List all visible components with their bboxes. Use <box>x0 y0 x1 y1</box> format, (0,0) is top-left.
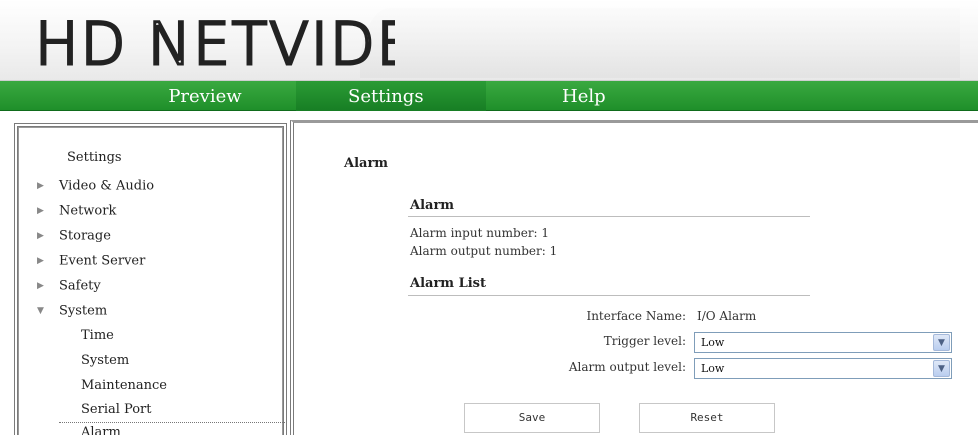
sidebar: Settings ▶ Video & Audio ▶ Network ▶ Storag… <box>14 123 287 435</box>
sidebar-item-system[interactable]: ▼ System <box>37 301 107 321</box>
sidebar-item-storage[interactable]: ▶ Storage <box>37 226 111 246</box>
sidebar-subitem-alarm[interactable]: Alarm <box>59 422 285 435</box>
page-title: Alarm <box>344 156 389 171</box>
trigger-level-select[interactable]: Low ▼ <box>694 332 952 353</box>
sidebar-subitem-time[interactable]: Time <box>81 326 114 346</box>
sidebar-item-label: Safety <box>59 278 101 294</box>
alarm-output-level-value: Low <box>701 362 725 375</box>
reset-button[interactable]: Reset <box>639 403 775 433</box>
nav-preview[interactable]: Preview <box>150 81 260 111</box>
chevron-down-icon[interactable]: ▼ <box>933 334 950 351</box>
svg-text:HD NETVIDEO: HD NETVIDEO <box>35 10 395 76</box>
collapse-arrow-icon: ▼ <box>37 306 44 316</box>
alarm-output-number: Alarm output number: 1 <box>410 244 558 258</box>
expand-arrow-icon: ▶ <box>37 281 44 291</box>
section-title-alarm-list: Alarm List <box>410 276 486 291</box>
header: HD NETVIDEO <box>0 0 978 81</box>
save-button[interactable]: Save <box>464 403 600 433</box>
alarm-input-number: Alarm input number: 1 <box>410 226 550 240</box>
trigger-level-value: Low <box>701 336 725 349</box>
sidebar-item-label: Video & Audio <box>59 178 155 194</box>
expand-arrow-icon: ▶ <box>37 256 44 266</box>
main-panel: Alarm Alarm Alarm input number: 1 Alarm … <box>290 120 978 435</box>
chevron-down-icon[interactable]: ▼ <box>933 360 950 377</box>
logo: HD NETVIDEO <box>35 9 395 77</box>
divider <box>408 216 810 217</box>
expand-arrow-icon: ▶ <box>37 181 44 191</box>
sidebar-item-label: Network <box>59 203 117 219</box>
nav-settings-label: Settings <box>348 86 424 107</box>
section-title-alarm: Alarm <box>410 198 455 213</box>
alarm-output-level-label: Alarm output level: <box>568 360 686 374</box>
sidebar-item-label: System <box>59 303 108 319</box>
sidebar-item-network[interactable]: ▶ Network <box>37 201 116 221</box>
trigger-level-label: Trigger level: <box>603 334 686 348</box>
sidebar-frame: Settings ▶ Video & Audio ▶ Network ▶ Storag… <box>18 127 285 435</box>
sidebar-item-event-server[interactable]: ▶ Event Server <box>37 251 145 271</box>
nav-settings[interactable]: Settings <box>296 81 486 111</box>
alarm-output-level-select[interactable]: Low ▼ <box>694 358 952 379</box>
expand-arrow-icon: ▶ <box>37 231 44 241</box>
expand-arrow-icon: ▶ <box>37 206 44 216</box>
interface-name-label: Interface Name: <box>586 309 686 323</box>
sidebar-item-safety[interactable]: ▶ Safety <box>37 276 101 296</box>
header-decoration <box>360 8 960 78</box>
sidebar-item-video-audio[interactable]: ▶ Video & Audio <box>37 176 154 196</box>
nav-help[interactable]: Help <box>540 81 640 111</box>
sidebar-item-label: Event Server <box>59 253 146 269</box>
sidebar-subitem-system[interactable]: System <box>81 351 129 371</box>
interface-name-value: I/O Alarm <box>697 309 757 323</box>
sidebar-title: Settings <box>67 150 122 165</box>
divider <box>408 295 810 296</box>
sidebar-subitem-serial-port[interactable]: Serial Port <box>81 400 152 420</box>
top-nav: Preview Settings Help <box>0 81 978 111</box>
sidebar-item-label: Storage <box>59 228 111 244</box>
sidebar-subitem-maintenance[interactable]: Maintenance <box>81 376 167 396</box>
